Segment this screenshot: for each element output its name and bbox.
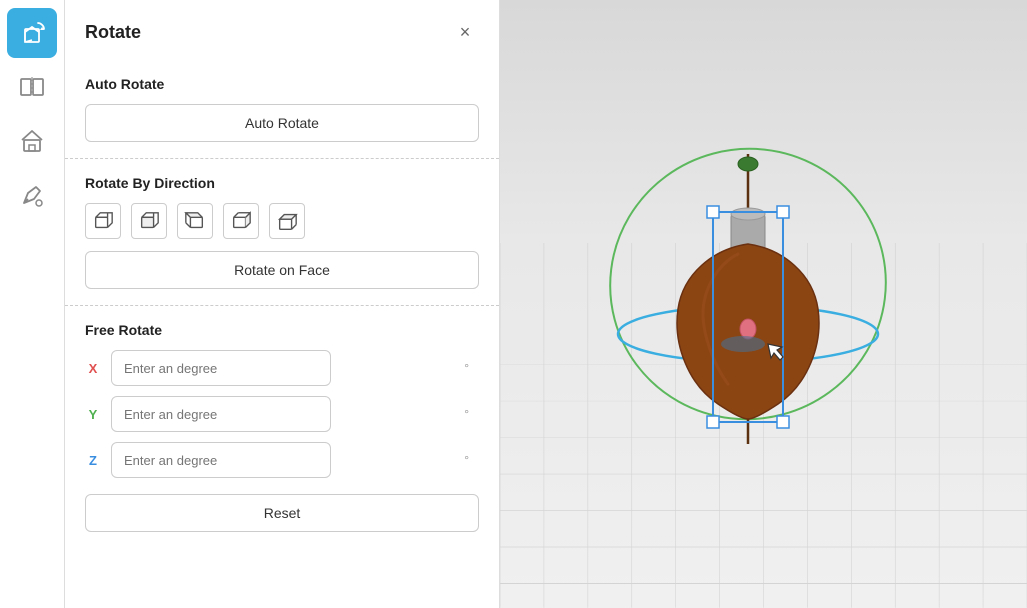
rotate-on-face-button[interactable]: Rotate on Face bbox=[85, 251, 479, 289]
direction-top-button[interactable] bbox=[269, 203, 305, 239]
panel-title: Rotate bbox=[85, 22, 141, 43]
close-button[interactable]: × bbox=[451, 18, 479, 46]
x-degree-input[interactable] bbox=[111, 350, 331, 386]
direction-left-button[interactable] bbox=[177, 203, 213, 239]
x-field-row: X ° bbox=[85, 350, 479, 386]
z-axis-label: Z bbox=[85, 453, 101, 468]
viewport[interactable] bbox=[500, 0, 1027, 608]
free-rotate-section: Free Rotate X ° Y ° Z ° Reset bbox=[65, 306, 499, 548]
panel-header: Rotate × bbox=[65, 0, 499, 60]
z-input-wrap: ° bbox=[111, 442, 479, 478]
z-field-row: Z ° bbox=[85, 442, 479, 478]
x-axis-label: X bbox=[85, 361, 101, 376]
rotate-by-direction-title: Rotate By Direction bbox=[85, 175, 479, 191]
sidebar-item-cube[interactable] bbox=[7, 8, 57, 58]
x-degree-symbol: ° bbox=[464, 361, 469, 375]
rotate-panel: Rotate × Auto Rotate Auto Rotate Rotate … bbox=[65, 0, 500, 608]
direction-icons-group bbox=[85, 203, 479, 239]
y-degree-symbol: ° bbox=[464, 407, 469, 421]
y-degree-input[interactable] bbox=[111, 396, 331, 432]
sidebar-item-paint[interactable] bbox=[7, 170, 57, 220]
sidebar-item-mirror[interactable] bbox=[7, 62, 57, 112]
object-scene bbox=[588, 134, 908, 474]
z-degree-symbol: ° bbox=[464, 453, 469, 467]
sidebar-item-house[interactable] bbox=[7, 116, 57, 166]
auto-rotate-section: Auto Rotate Auto Rotate bbox=[65, 60, 499, 159]
y-field-row: Y ° bbox=[85, 396, 479, 432]
sidebar bbox=[0, 0, 65, 608]
auto-rotate-button[interactable]: Auto Rotate bbox=[85, 104, 479, 142]
free-rotate-title: Free Rotate bbox=[85, 322, 479, 338]
z-degree-input[interactable] bbox=[111, 442, 331, 478]
x-input-wrap: ° bbox=[111, 350, 479, 386]
reset-button[interactable]: Reset bbox=[85, 494, 479, 532]
rotate-by-direction-section: Rotate By Direction bbox=[65, 159, 499, 306]
direction-right-button[interactable] bbox=[223, 203, 259, 239]
direction-front-button[interactable] bbox=[85, 203, 121, 239]
y-axis-label: Y bbox=[85, 407, 101, 422]
auto-rotate-title: Auto Rotate bbox=[85, 76, 479, 92]
y-input-wrap: ° bbox=[111, 396, 479, 432]
direction-back-button[interactable] bbox=[131, 203, 167, 239]
